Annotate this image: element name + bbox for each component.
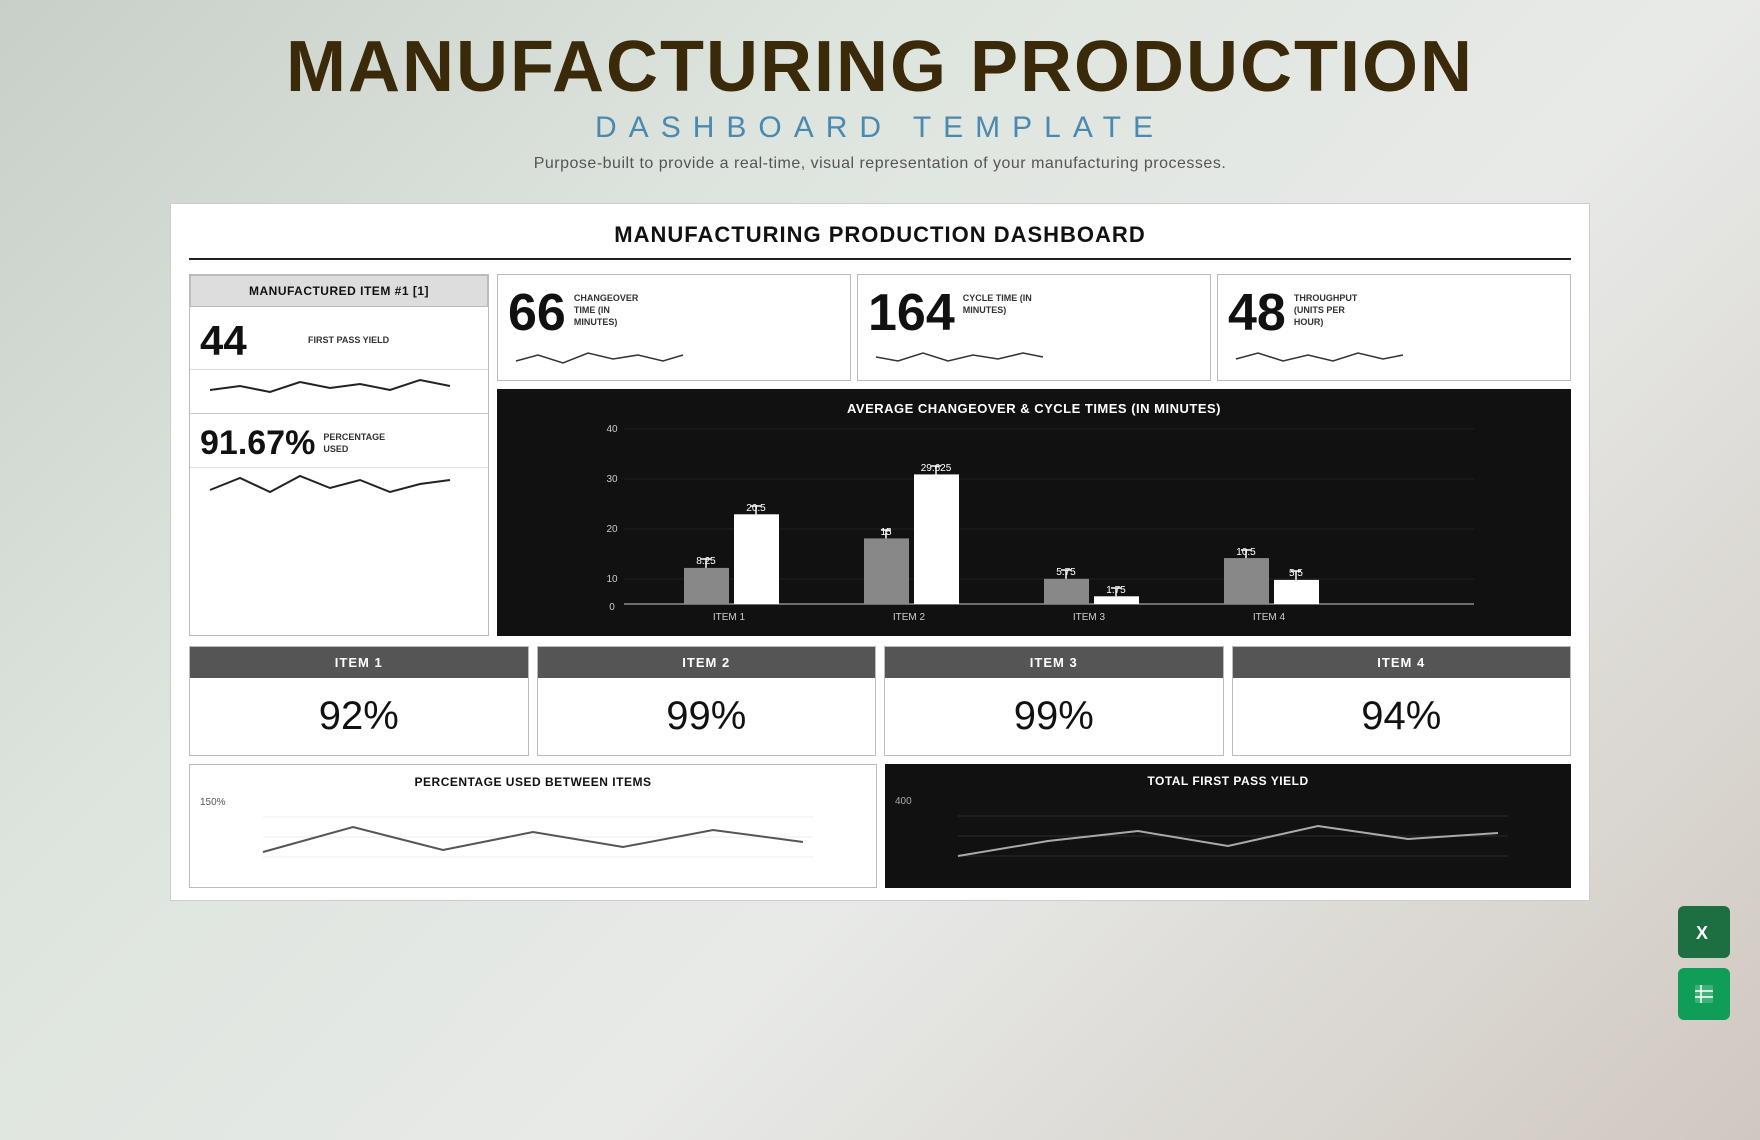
item-label: MANUFACTURED ITEM #1 [1] — [190, 275, 488, 307]
changeover-spark — [498, 343, 850, 380]
item4-card: ITEM 4 94% — [1232, 646, 1572, 756]
fpy-value: 44 — [200, 317, 300, 365]
cycletime-spark — [858, 343, 1210, 380]
fpy-label: FIRST PASS YIELD — [308, 335, 389, 347]
sub-title: DASHBOARD TEMPLATE — [0, 111, 1760, 145]
throughput-spark — [1218, 343, 1570, 380]
item2-card: ITEM 2 99% — [537, 646, 877, 756]
chart-inner: 40 30 20 10 0 — [511, 424, 1557, 624]
bar-chart-area: AVERAGE CHANGEOVER & CYCLE TIMES (IN MIN… — [497, 389, 1571, 636]
item1-card: ITEM 1 92% — [189, 646, 529, 756]
throughput-card: 48 THROUGHPUT(UNITS PERHOUR) — [1217, 274, 1571, 381]
cycletime-card: 164 CYCLE TIME (INMINUTES) — [857, 274, 1211, 381]
fpy-total-chart: 400 — [895, 796, 1561, 876]
changeover-label: CHANGEOVERTIME (INMINUTES) — [574, 283, 639, 328]
items-row: ITEM 1 92% ITEM 2 99% ITEM 3 99% ITEM 4 … — [189, 646, 1571, 756]
pct-chart: 150% — [200, 797, 866, 877]
item2-label: ITEM 2 — [538, 647, 876, 678]
description: Purpose-built to provide a real-time, vi… — [0, 155, 1760, 173]
svg-text:X: X — [1696, 923, 1708, 943]
excel-icon[interactable]: X — [1678, 906, 1730, 958]
cycletime-label: CYCLE TIME (INMINUTES) — [963, 283, 1032, 316]
item4-label: ITEM 4 — [1233, 647, 1571, 678]
pct-y-label: 150% — [200, 797, 866, 808]
svg-text:0: 0 — [609, 602, 615, 613]
bottom-left-panel: PERCENTAGE USED BETWEEN ITEMS 150% — [189, 764, 877, 888]
pct-section: 91.67% PERCENTAGEUSED — [190, 414, 488, 511]
svg-text:ITEM 4: ITEM 4 — [1253, 612, 1286, 623]
chart-svg: 40 30 20 10 0 — [511, 424, 1557, 624]
svg-text:30: 30 — [606, 474, 618, 485]
header: MANUFACTURING PRODUCTION DASHBOARD TEMPL… — [0, 0, 1760, 183]
top-metrics-row: 66 CHANGEOVERTIME (INMINUTES) 164 CYCLE … — [497, 274, 1571, 381]
svg-text:20: 20 — [606, 524, 618, 535]
item2-value: 99% — [538, 678, 876, 755]
pct-label: PERCENTAGEUSED — [323, 432, 385, 455]
dashboard-title: MANUFACTURING PRODUCTION DASHBOARD — [189, 222, 1571, 260]
dashboard-container: MANUFACTURING PRODUCTION DASHBOARD MANUF… — [170, 203, 1590, 901]
bottom-row: PERCENTAGE USED BETWEEN ITEMS 150% TOTAL… — [189, 764, 1571, 888]
svg-text:ITEM 3: ITEM 3 — [1073, 612, 1106, 623]
fpy-section: 44 FIRST PASS YIELD — [190, 307, 488, 414]
pct-value: 91.67% — [200, 424, 315, 463]
fpy-metric: 44 FIRST PASS YIELD — [190, 307, 488, 370]
cycletime-top: 164 CYCLE TIME (INMINUTES) — [858, 275, 1210, 343]
chart-title: AVERAGE CHANGEOVER & CYCLE TIMES (IN MIN… — [511, 401, 1557, 416]
bottom-left-title: PERCENTAGE USED BETWEEN ITEMS — [200, 775, 866, 797]
throughput-value: 48 — [1228, 283, 1286, 343]
excel-icons: X — [1678, 906, 1730, 1020]
pct-metric: 91.67% PERCENTAGEUSED — [190, 414, 488, 468]
main-title: MANUFACTURING PRODUCTION — [0, 28, 1760, 107]
item3-card: ITEM 3 99% — [884, 646, 1224, 756]
cycletime-value: 164 — [868, 283, 955, 343]
svg-text:10: 10 — [606, 574, 618, 585]
svg-text:ITEM 1: ITEM 1 — [713, 612, 746, 623]
fpy-y-label: 400 — [895, 796, 1561, 807]
item3-label: ITEM 3 — [885, 647, 1223, 678]
throughput-label: THROUGHPUT(UNITS PERHOUR) — [1294, 283, 1358, 328]
right-area: 66 CHANGEOVERTIME (INMINUTES) 164 CYCLE … — [497, 274, 1571, 636]
bottom-right-title: TOTAL FIRST PASS YIELD — [895, 774, 1561, 796]
item1-value: 92% — [190, 678, 528, 755]
item1-label: ITEM 1 — [190, 647, 528, 678]
changeover-card: 66 CHANGEOVERTIME (INMINUTES) — [497, 274, 851, 381]
item3-value: 99% — [885, 678, 1223, 755]
item4-value: 94% — [1233, 678, 1571, 755]
bottom-right-panel: TOTAL FIRST PASS YIELD 400 — [885, 764, 1571, 888]
svg-text:40: 40 — [606, 424, 618, 435]
left-panel: MANUFACTURED ITEM #1 [1] 44 FIRST PASS Y… — [189, 274, 489, 636]
pct-sparkline — [190, 468, 488, 511]
svg-text:ITEM 2: ITEM 2 — [893, 612, 926, 623]
top-row: MANUFACTURED ITEM #1 [1] 44 FIRST PASS Y… — [189, 274, 1571, 636]
changeover-value: 66 — [508, 283, 566, 343]
sheets-icon[interactable] — [1678, 968, 1730, 1020]
throughput-top: 48 THROUGHPUT(UNITS PERHOUR) — [1218, 275, 1570, 343]
fpy-sparkline — [190, 370, 488, 413]
changeover-top: 66 CHANGEOVERTIME (INMINUTES) — [498, 275, 850, 343]
